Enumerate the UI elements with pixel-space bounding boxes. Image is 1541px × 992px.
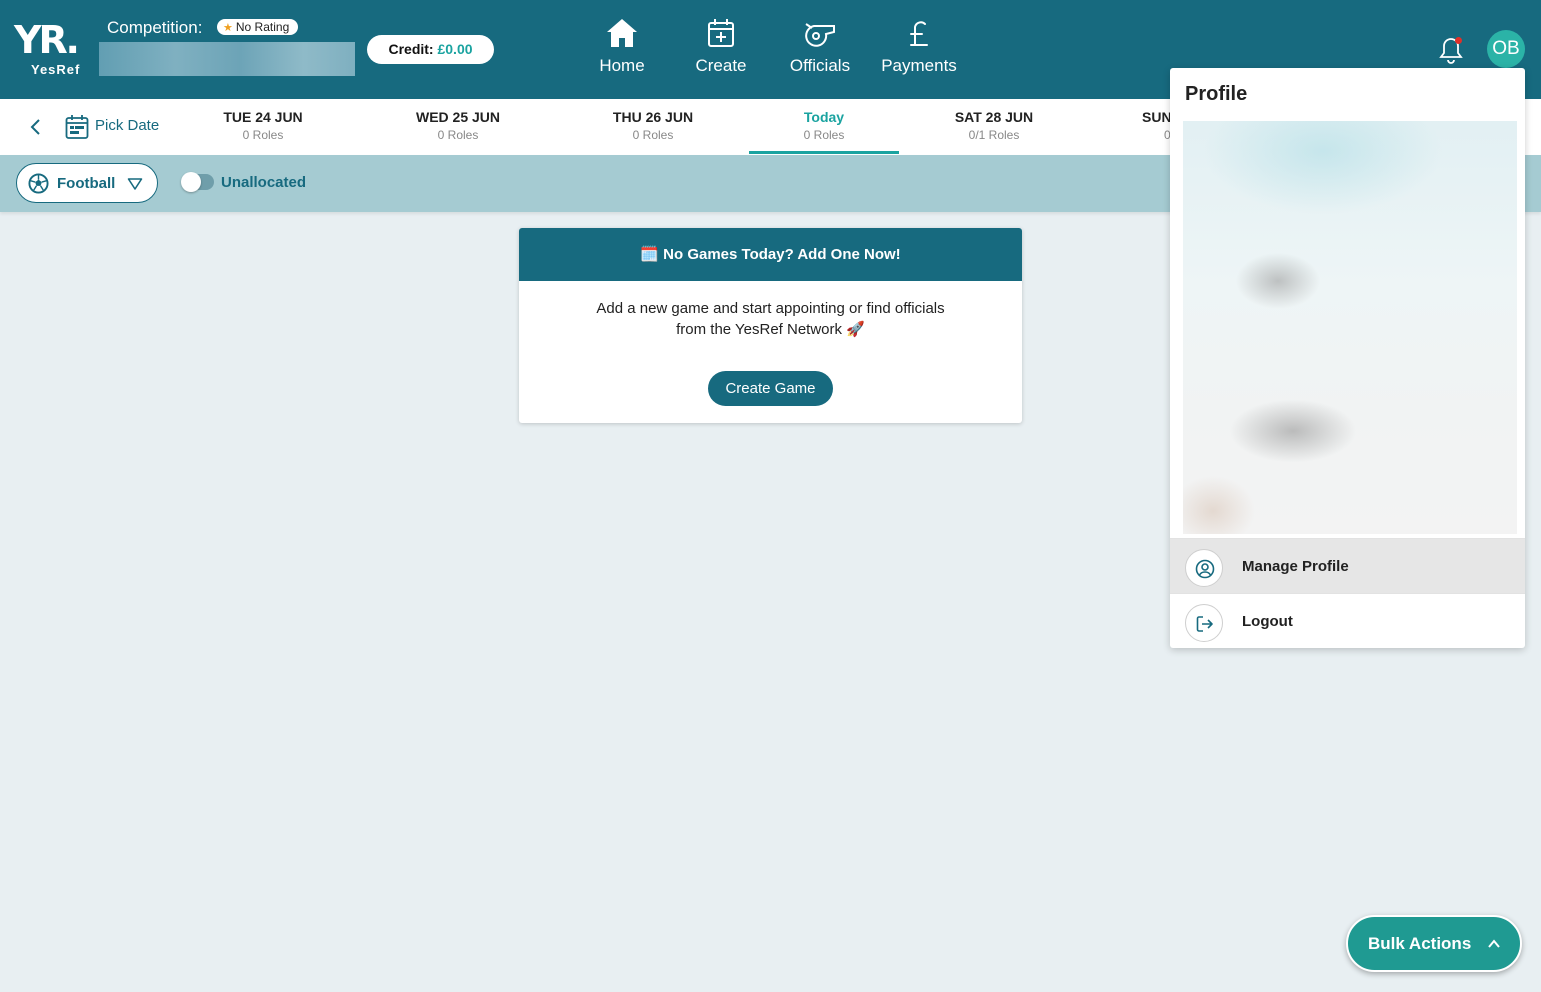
logo-wordmark: YesRef (31, 62, 81, 77)
day-roles: 0 Roles (803, 128, 845, 142)
bulk-actions-label: Bulk Actions (1368, 934, 1472, 953)
day-tab[interactable]: THU 26 JUN 0 Roles (578, 109, 728, 142)
nav-home[interactable]: Home (577, 18, 667, 78)
credit-label: Credit: (388, 41, 434, 57)
logout-item[interactable]: Logout (1170, 593, 1525, 648)
empty-state-title: 🗓️ No Games Today? Add One Now! (519, 228, 1022, 281)
manage-profile-label: Manage Profile (1242, 558, 1349, 575)
empty-state-text-line1: Add a new game and start appointing or f… (596, 300, 945, 317)
day-name: THU 26 JUN (612, 109, 694, 125)
pick-date-link[interactable]: Pick Date (95, 117, 159, 134)
rating-label: No Rating (235, 20, 290, 34)
day-name: Today (803, 109, 845, 125)
sport-select-value: Football (57, 175, 116, 192)
bulk-actions-button[interactable]: Bulk Actions (1346, 915, 1522, 972)
day-roles: 0 Roles (632, 128, 674, 142)
chevron-up-icon (1488, 939, 1500, 948)
yesref-logo[interactable]: YR. YesRef (14, 20, 94, 80)
day-name: WED 25 JUN (415, 109, 501, 125)
profile-dropdown: Profile Manage Profile Logout (1170, 68, 1525, 648)
profile-title: Profile (1185, 83, 1248, 105)
avatar[interactable]: OB (1487, 30, 1525, 68)
logo-mark: YR. (14, 18, 80, 62)
credit-badge[interactable]: Credit: £0.00 (367, 35, 494, 64)
whistle-icon (805, 23, 835, 47)
day-roles: 0/1 Roles (968, 128, 1020, 142)
nav-create[interactable]: Create (676, 18, 766, 78)
nav-home-label: Home (599, 56, 645, 75)
nav-officials[interactable]: Officials (775, 18, 865, 78)
day-roles: 0 Roles (437, 128, 479, 142)
notification-dot (1455, 37, 1462, 44)
home-icon (607, 19, 637, 47)
day-tab[interactable]: SAT 28 JUN 0/1 Roles (919, 109, 1069, 142)
create-game-button[interactable]: Create Game (708, 371, 833, 406)
nav-payments[interactable]: Payments (874, 18, 964, 78)
chevron-down-icon (127, 178, 143, 190)
nav-officials-label: Officials (789, 56, 851, 75)
day-name: TUE 24 JUN (223, 109, 303, 125)
logout-icon (1185, 604, 1223, 642)
football-icon (28, 173, 49, 194)
nav-create-label: Create (695, 56, 747, 75)
unallocated-toggle[interactable] (181, 172, 214, 192)
calendar-plus-icon (708, 19, 734, 47)
nav-payments-label: Payments (881, 56, 957, 75)
empty-state-body: Add a new game and start appointing or f… (519, 281, 1022, 340)
empty-state-card: 🗓️ No Games Today? Add One Now! Add a ne… (519, 228, 1022, 423)
user-circle-icon (1185, 549, 1223, 587)
pound-icon (910, 21, 928, 46)
calendar-icon[interactable] (65, 114, 89, 140)
credit-amount: £0.00 (437, 41, 473, 57)
rating-badge: ★ No Rating (217, 19, 299, 35)
chevron-left-icon[interactable] (26, 115, 46, 139)
day-tab[interactable]: TUE 24 JUN 0 Roles (188, 109, 338, 142)
toggle-knob (181, 172, 201, 192)
manage-profile-item[interactable]: Manage Profile (1170, 538, 1525, 593)
competition-label: Competition: (107, 18, 203, 37)
logout-label: Logout (1242, 613, 1293, 630)
day-tab-today[interactable]: Today 0 Roles (749, 109, 899, 142)
active-tab-indicator (749, 151, 899, 154)
day-roles: 0 Roles (242, 128, 284, 142)
day-name: SAT 28 JUN (954, 109, 1034, 125)
empty-state-text-line2: from the YesRef Network 🚀 (676, 321, 865, 338)
sport-select[interactable]: Football (16, 163, 158, 203)
redacted-competition-name (99, 42, 355, 76)
unallocated-label: Unallocated (221, 174, 307, 191)
star-icon: ★ (223, 22, 233, 34)
profile-photo (1183, 121, 1517, 534)
day-tab[interactable]: WED 25 JUN 0 Roles (383, 109, 533, 142)
